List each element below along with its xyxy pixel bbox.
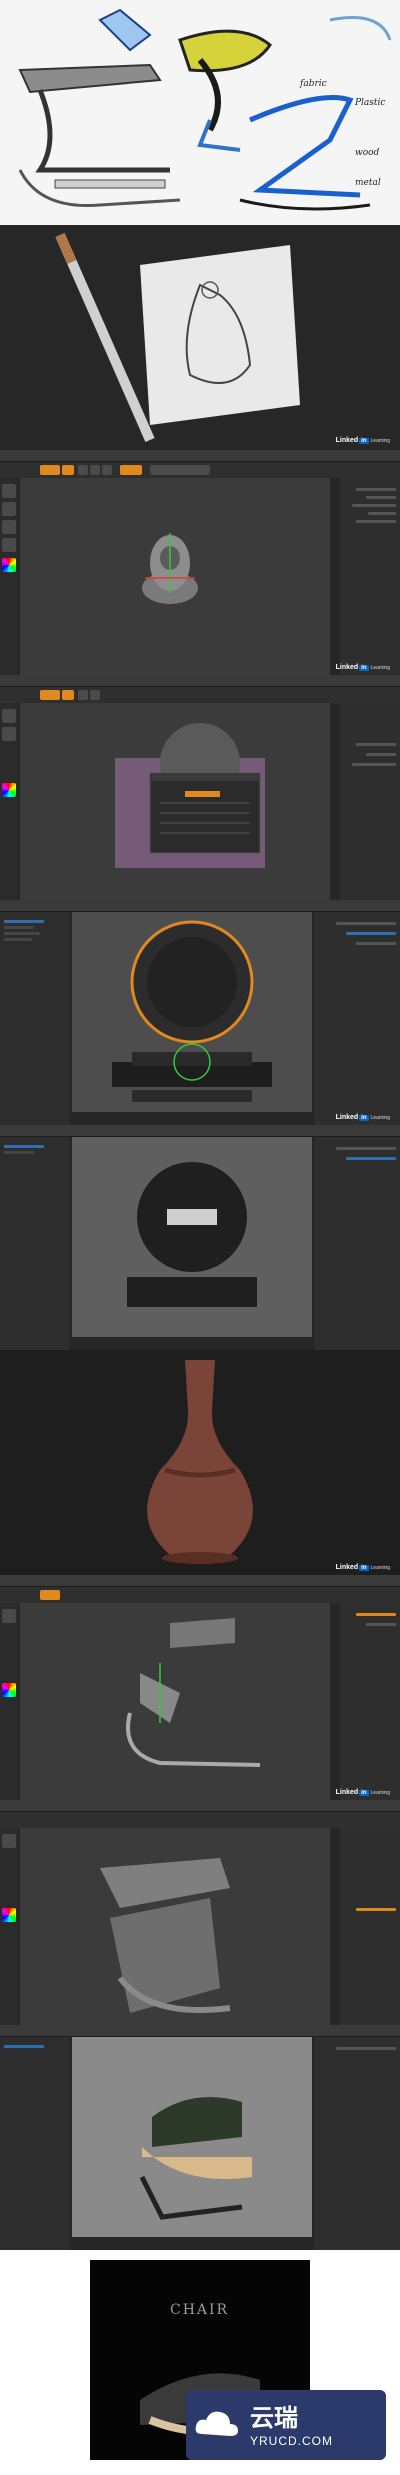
- menu-bar: [0, 1575, 400, 1587]
- viewport[interactable]: [20, 1603, 330, 1800]
- library-panel: [0, 912, 70, 1125]
- project-panel: [314, 1137, 400, 1350]
- tool-row: [0, 687, 400, 703]
- texture-thumb[interactable]: [2, 538, 16, 552]
- keyshot-panel-1: Linked in Learning: [0, 900, 400, 1125]
- sculpt-object: [142, 533, 198, 604]
- sketch-label-wood: wood: [355, 148, 380, 158]
- viewport[interactable]: [72, 2037, 312, 2237]
- scale-button[interactable]: [90, 465, 100, 475]
- popup-scene: [115, 723, 265, 868]
- color-picker-icon[interactable]: [2, 1908, 16, 1922]
- project-panel: [314, 912, 400, 1125]
- edit-button[interactable]: [40, 465, 60, 475]
- chair-render: [72, 2037, 312, 2237]
- brush-thumb[interactable]: [2, 709, 16, 723]
- zbrush-panel-4: [0, 1800, 400, 2025]
- cloud-icon: [195, 2411, 238, 2436]
- draw-button[interactable]: [62, 690, 74, 700]
- library-panel: [0, 2037, 70, 2250]
- watermark-domain: YRUCD.COM: [250, 2434, 333, 2448]
- brush-thumb[interactable]: [2, 1834, 16, 1848]
- poster-caption: CHAIR: [170, 2302, 230, 2318]
- edit-button[interactable]: [40, 1590, 60, 1600]
- tool-row: [0, 1587, 400, 1603]
- viewport[interactable]: [72, 912, 312, 1112]
- sketch-label-fabric: fabric: [299, 79, 327, 89]
- color-picker-icon[interactable]: [2, 558, 16, 572]
- left-shelf: [0, 703, 18, 900]
- library-panel: [0, 1137, 70, 1350]
- speaker-render: [72, 912, 312, 1112]
- menu-bar: [0, 675, 400, 687]
- rgb-intensity-slider[interactable]: [150, 465, 210, 475]
- right-panel: [340, 1828, 400, 2025]
- stroke-thumb[interactable]: [2, 502, 16, 516]
- linkedin-learning-badge: Linked in Learning: [335, 1789, 390, 1796]
- right-panel: [340, 703, 400, 900]
- left-shelf: [0, 1603, 18, 1800]
- linkedin-learning-badge: Linked in Learning: [335, 1114, 390, 1121]
- chair-sketches: fabric Plastic wood metal: [0, 0, 400, 225]
- color-picker-icon[interactable]: [2, 1683, 16, 1697]
- vase-render: [0, 1350, 400, 1575]
- chair-wireframe: [126, 1618, 261, 1767]
- zbrush-panel-2: [0, 675, 400, 900]
- viewport[interactable]: [72, 1137, 312, 1337]
- linkedin-learning-badge: Linked in Learning: [335, 437, 390, 444]
- keyshot-panel-2: [0, 1125, 400, 1350]
- sketch-label-plastic: Plastic: [354, 98, 385, 108]
- viewport[interactable]: [20, 703, 330, 900]
- left-shelf: [0, 1828, 18, 2025]
- menu-bar: [0, 450, 400, 462]
- viewport[interactable]: [20, 1828, 330, 2025]
- right-panel: [340, 478, 400, 675]
- sketch-label-metal: metal: [355, 178, 381, 188]
- menu-bar: [0, 1800, 400, 1812]
- menu-bar: [0, 2025, 400, 2037]
- left-shelf: [0, 478, 18, 675]
- sketch-panel: fabric Plastic wood metal: [0, 0, 400, 225]
- pencil-photo-panel: Linked in Learning: [0, 225, 400, 450]
- edit-button[interactable]: [40, 690, 60, 700]
- viewport[interactable]: [20, 478, 330, 675]
- rotate-button[interactable]: [102, 465, 112, 475]
- menu-bar: [0, 900, 400, 912]
- alpha-thumb[interactable]: [2, 520, 16, 534]
- move-button[interactable]: [78, 465, 88, 475]
- tool-row: [0, 1812, 400, 1828]
- chair-solid: [100, 1858, 231, 2013]
- zbrush-panel-3: Linked in Learning: [0, 1575, 400, 1800]
- color-picker-icon[interactable]: [2, 783, 16, 797]
- watermark: 云瑞 YRUCD.COM: [186, 2390, 386, 2460]
- right-panel: [340, 1603, 400, 1800]
- brush-thumb[interactable]: [2, 1609, 16, 1623]
- vase-panel: Linked in Learning: [0, 1350, 400, 1575]
- brush-mode-button[interactable]: [120, 465, 142, 475]
- keyshot-panel-3: [0, 2025, 400, 2250]
- linkedin-learning-badge: Linked in Learning: [335, 1564, 390, 1571]
- menu-bar: [0, 1125, 400, 1137]
- zbrush-panel-1: Linked in Learning: [0, 450, 400, 675]
- watermark-brand: 云瑞: [250, 2404, 298, 2432]
- project-panel: [314, 2037, 400, 2250]
- stroke-thumb[interactable]: [2, 727, 16, 741]
- tool-row: [0, 462, 400, 478]
- move-button[interactable]: [78, 690, 88, 700]
- speaker-front: [72, 1137, 312, 1337]
- pencil-photo: [0, 225, 400, 450]
- brush-thumb[interactable]: [2, 484, 16, 498]
- scale-button[interactable]: [90, 690, 100, 700]
- draw-button[interactable]: [62, 465, 74, 475]
- linkedin-learning-badge: Linked in Learning: [335, 664, 390, 671]
